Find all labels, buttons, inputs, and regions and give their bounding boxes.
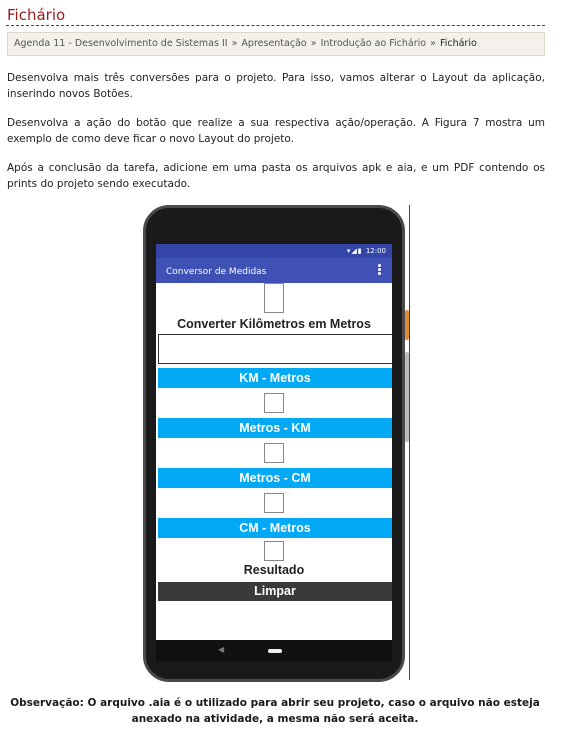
breadcrumb-item-introducao[interactable]: Introdução ao Fichário	[321, 38, 426, 49]
breadcrumb-item-agenda[interactable]: Agenda 11 - Desenvolvimento de Sistemas …	[14, 38, 228, 49]
result-label: Resultado	[243, 563, 305, 577]
breadcrumb-separator: »	[231, 38, 238, 49]
image-placeholder	[264, 393, 284, 413]
metros-cm-button[interactable]: Metros - CM	[158, 468, 392, 488]
km-metros-button[interactable]: KM - Metros	[158, 368, 392, 388]
overflow-menu-icon[interactable]	[378, 264, 381, 276]
breadcrumb-separator: »	[310, 38, 317, 49]
breadcrumb: Agenda 11 - Desenvolvimento de Sistemas …	[7, 32, 545, 56]
app-content: Converter Kilômetros em Metros KM - Metr…	[156, 283, 392, 640]
observation-line-1: Observação: O arquivo .aia é o utilizado…	[10, 697, 540, 709]
navigation-bar: ◀	[156, 640, 392, 662]
status-time: 12:00	[365, 247, 386, 255]
instruction-paragraph-2: Desenvolva a ação do botão que realize a…	[7, 117, 545, 145]
observation-line-2: anexado na atividade, a mesma não será a…	[131, 713, 419, 725]
home-icon[interactable]	[268, 649, 282, 653]
converter-heading: Converter Kilômetros em Metros	[177, 317, 371, 331]
title-divider	[6, 25, 545, 26]
image-placeholder	[264, 493, 284, 513]
phone-screen: ▾◢▮ 12:00 Conversor de Medidas Converter…	[156, 244, 392, 640]
phone-volume-button	[405, 352, 409, 442]
app-title: Conversor de Medidas	[166, 267, 267, 277]
cm-metros-button[interactable]: CM - Metros	[158, 518, 392, 538]
instruction-paragraph-3: Após a conclusão da tarefa, adicione em …	[7, 162, 545, 190]
observation-note: Observação: O arquivo .aia é o utilizado…	[0, 695, 550, 727]
instruction-paragraph-1: Desenvolva mais três conversões para o p…	[7, 72, 545, 100]
status-bar: ▾◢▮ 12:00	[156, 244, 392, 258]
breadcrumb-current: Fichário	[439, 38, 477, 49]
breadcrumb-separator: »	[430, 38, 436, 49]
signal-battery-icon: ▾◢▮	[346, 247, 366, 255]
breadcrumb-item-apresentacao[interactable]: Apresentação	[241, 38, 306, 49]
metros-km-button[interactable]: Metros - KM	[158, 418, 392, 438]
figure-border-line	[409, 205, 410, 680]
image-placeholder	[264, 443, 284, 463]
image-placeholder	[264, 283, 284, 313]
image-placeholder	[264, 541, 284, 561]
back-icon[interactable]: ◀	[218, 645, 224, 654]
clear-button[interactable]: Limpar	[158, 582, 392, 601]
phone-side-button	[405, 310, 409, 340]
value-input[interactable]	[158, 334, 392, 364]
app-bar: Conversor de Medidas	[156, 258, 392, 283]
phone-mockup: ▾◢▮ 12:00 Conversor de Medidas Converter…	[143, 205, 405, 682]
page-title: Fichário	[7, 6, 66, 24]
